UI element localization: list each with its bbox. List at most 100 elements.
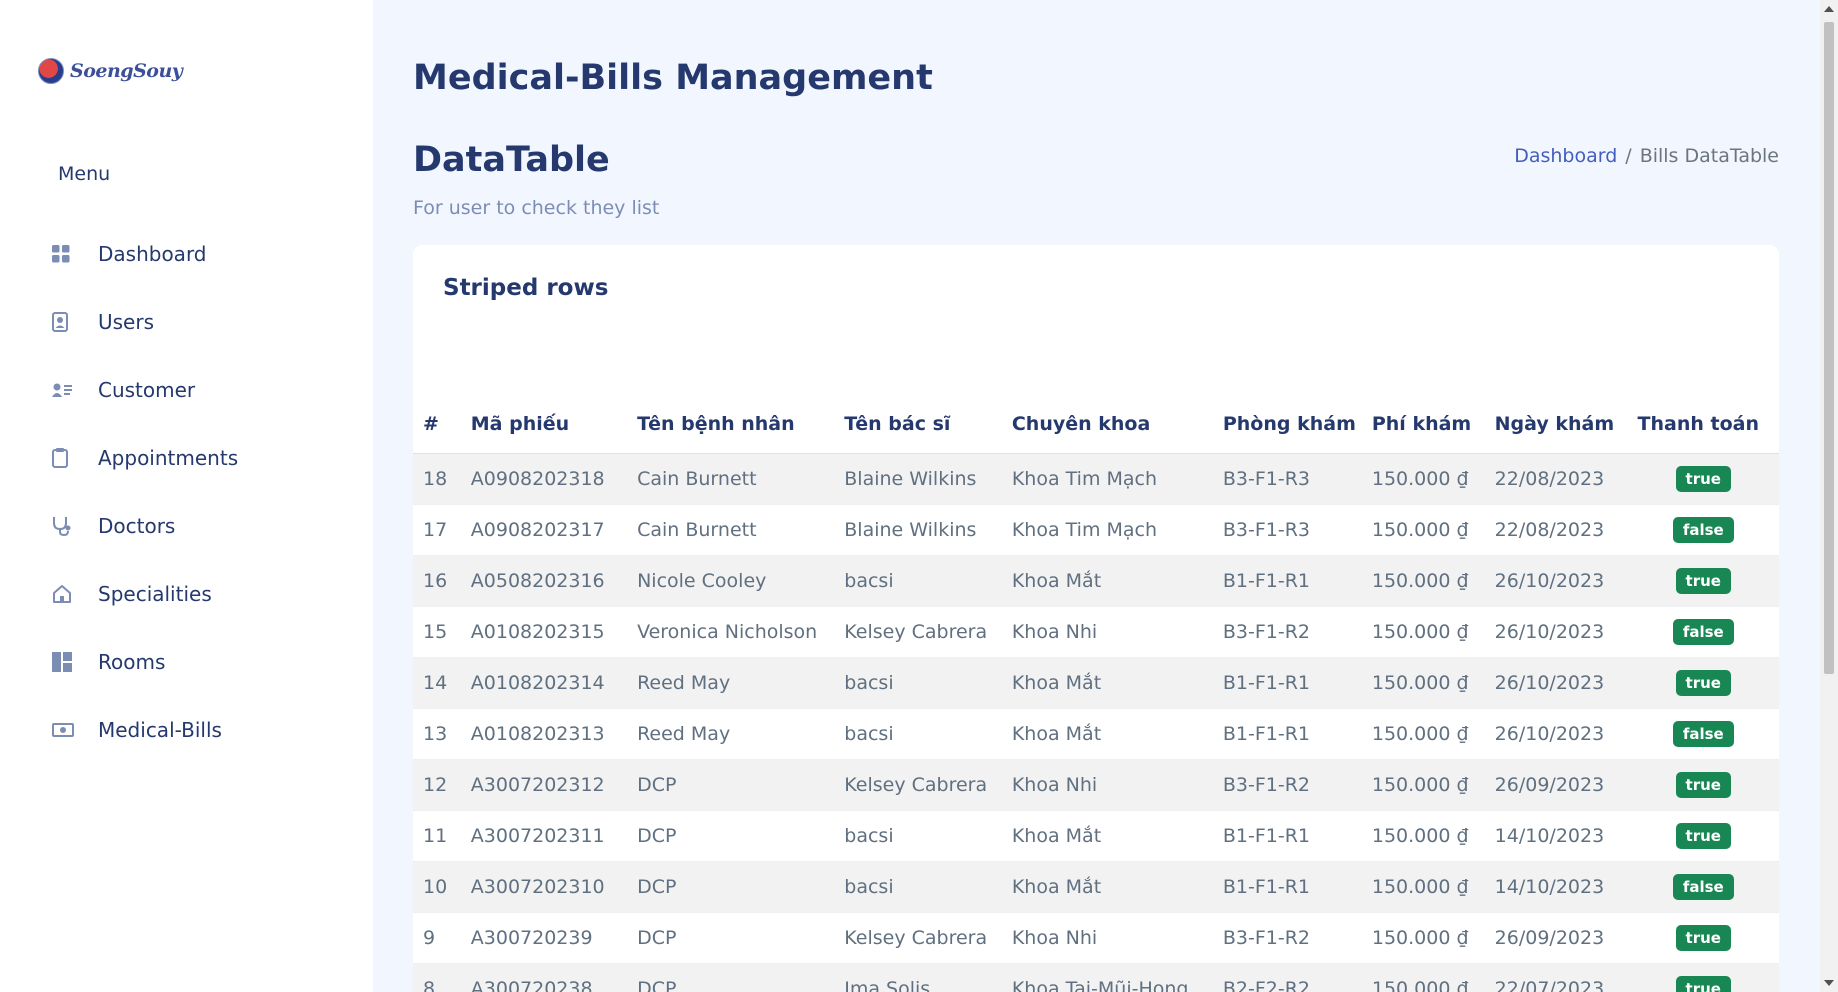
- cell-doctor: Kelsey Cabrera: [834, 912, 1002, 964]
- table-row[interactable]: 13 A0108202313 Reed May bacsi Khoa Mắt B1-F1-…: [413, 708, 1779, 760]
- sidebar-item-customer[interactable]: Customer: [52, 356, 352, 424]
- cell-paid: false: [1627, 606, 1779, 658]
- breadcrumb: Dashboard / Bills DataTable: [1514, 145, 1779, 167]
- cell-doctor: bacsi: [834, 810, 1002, 862]
- scroll-down-arrow-icon[interactable]: [1824, 980, 1834, 986]
- table-row[interactable]: 15 A0108202315 Veronica Nicholson Kelsey Ca…: [413, 606, 1779, 658]
- cell-bill-code: A0108202313: [460, 708, 628, 760]
- sidebar-item-users[interactable]: Users: [52, 288, 352, 356]
- scroll-up-arrow-icon[interactable]: [1824, 6, 1834, 12]
- cell-paid: true: [1627, 555, 1779, 607]
- cell-index: 12: [413, 759, 461, 811]
- sidebar-item-label: Doctors: [98, 514, 176, 538]
- sidebar-item-rooms[interactable]: Rooms: [52, 628, 352, 696]
- cell-bill-code: A0508202316: [460, 555, 628, 607]
- table-row[interactable]: 18 A0908202318 Cain Burnett Blaine Wilkins K…: [413, 453, 1779, 505]
- cell-patient: DCP: [627, 861, 835, 913]
- cell-paid: false: [1627, 861, 1779, 913]
- sidebar-item-doctors[interactable]: Doctors: [52, 492, 352, 560]
- table-row[interactable]: 10 A3007202310 DCP bacsi Khoa Mắt B1-F1-R1 150…: [413, 861, 1779, 913]
- cell-fee: 150.000 ₫: [1361, 861, 1485, 913]
- status-badge: false: [1672, 721, 1734, 747]
- cell-bill-code: A0108202314: [460, 657, 628, 709]
- cell-bill-code: A3007202311: [460, 810, 628, 862]
- cell-room: B2-F2-R2: [1212, 963, 1362, 992]
- cell-fee: 150.000 ₫: [1361, 963, 1485, 992]
- cell-fee: 150.000 ₫: [1361, 504, 1485, 556]
- cell-room: B1-F1-R1: [1212, 708, 1362, 760]
- column-header-room[interactable]: Phòng khám: [1212, 395, 1362, 454]
- cell-paid: false: [1627, 708, 1779, 760]
- brand-logo[interactable]: SoengSouy: [38, 58, 183, 84]
- cell-date: 14/10/2023: [1484, 861, 1628, 913]
- scrollbar-thumb[interactable]: [1824, 22, 1834, 674]
- cell-bill-code: A0908202317: [460, 504, 628, 556]
- cell-doctor: bacsi: [834, 657, 1002, 709]
- cell-doctor: Blaine Wilkins: [834, 453, 1002, 505]
- status-badge: true: [1675, 466, 1731, 492]
- cell-index: 18: [413, 453, 461, 505]
- person-lines-icon: [52, 379, 84, 401]
- cell-index: 11: [413, 810, 461, 862]
- table-header-row: # Mã phiếu Tên bệnh nhân Tên bác sĩ Chuy…: [413, 395, 1779, 454]
- cell-room: B3-F1-R2: [1212, 912, 1362, 964]
- column-header-fee[interactable]: Phí khám: [1361, 395, 1485, 454]
- page-scrollbar[interactable]: [1820, 0, 1838, 992]
- cell-index: 17: [413, 504, 461, 556]
- table-row[interactable]: 12 A3007202312 DCP Kelsey Cabrera Khoa Nhi B3…: [413, 759, 1779, 811]
- status-badge: true: [1675, 976, 1731, 992]
- cell-doctor: bacsi: [834, 861, 1002, 913]
- column-header-paid[interactable]: Thanh toán: [1627, 395, 1779, 454]
- cell-index: 16: [413, 555, 461, 607]
- cell-room: B1-F1-R1: [1212, 810, 1362, 862]
- column-header-patient[interactable]: Tên bệnh nhân: [627, 395, 835, 454]
- cell-bill-code: A3007202310: [460, 861, 628, 913]
- sidebar-item-medical-bills[interactable]: Medical-Bills: [52, 696, 352, 764]
- cash-icon: [52, 719, 84, 741]
- status-badge: false: [1672, 874, 1734, 900]
- cell-room: B1-F1-R1: [1212, 657, 1362, 709]
- status-badge: true: [1675, 772, 1731, 798]
- cell-speciality: Khoa Tim Mạch: [1001, 453, 1213, 505]
- sidebar-item-label: Medical-Bills: [98, 718, 222, 742]
- column-header-bill-code[interactable]: Mã phiếu: [460, 395, 628, 454]
- sidebar-item-specialities[interactable]: Specialities: [52, 560, 352, 628]
- column-header-date[interactable]: Ngày khám: [1484, 395, 1628, 454]
- cell-room: B3-F1-R2: [1212, 606, 1362, 658]
- cell-speciality: Khoa Mắt: [1001, 708, 1213, 760]
- table-row[interactable]: 16 A0508202316 Nicole Cooley bacsi Khoa Mắt B…: [413, 555, 1779, 607]
- table-body: 18 A0908202318 Cain Burnett Blaine Wilkins K…: [413, 453, 1779, 992]
- sidebar-item-dashboard[interactable]: Dashboard: [52, 220, 352, 288]
- cell-doctor: bacsi: [834, 708, 1002, 760]
- table-row[interactable]: 9 A300720239 DCP Kelsey Cabrera Khoa Nhi B3-F…: [413, 912, 1779, 964]
- breadcrumb-current: Bills DataTable: [1639, 145, 1779, 167]
- clipboard-icon: [52, 447, 84, 469]
- cell-paid: true: [1627, 759, 1779, 811]
- table-row[interactable]: 14 A0108202314 Reed May bacsi Khoa Mắt B1-F1-…: [413, 657, 1779, 709]
- breadcrumb-dashboard-link[interactable]: Dashboard: [1514, 145, 1617, 167]
- cell-patient: Veronica Nicholson: [627, 606, 835, 658]
- table-row[interactable]: 8 A300720238 DCP Ima Solis Khoa Tai-Mũi-Họng…: [413, 963, 1779, 992]
- cell-patient: Reed May: [627, 657, 835, 709]
- cell-patient: Reed May: [627, 708, 835, 760]
- column-header-doctor[interactable]: Tên bác sĩ: [834, 395, 1002, 454]
- cell-bill-code: A300720239: [460, 912, 628, 964]
- cell-bill-code: A0108202315: [460, 606, 628, 658]
- cell-fee: 150.000 ₫: [1361, 810, 1485, 862]
- app-root: SoengSouy Menu Dashboard Users Customer: [0, 0, 1838, 992]
- table-row[interactable]: 11 A3007202311 DCP bacsi Khoa Mắt B1-F1-R1 150…: [413, 810, 1779, 862]
- cell-paid: true: [1627, 453, 1779, 505]
- cell-date: 26/10/2023: [1484, 555, 1628, 607]
- page-subtitle: For user to check they list: [413, 197, 660, 219]
- cell-fee: 150.000 ₫: [1361, 453, 1485, 505]
- sidebar-item-appointments[interactable]: Appointments: [52, 424, 352, 492]
- column-header-index[interactable]: #: [413, 395, 461, 454]
- status-badge: true: [1675, 568, 1731, 594]
- cell-doctor: bacsi: [834, 555, 1002, 607]
- table-row[interactable]: 17 A0908202317 Cain Burnett Blaine Wilkins K…: [413, 504, 1779, 556]
- cell-patient: DCP: [627, 963, 835, 992]
- cell-room: B1-F1-R1: [1212, 555, 1362, 607]
- column-header-speciality[interactable]: Chuyên khoa: [1001, 395, 1213, 454]
- sidebar-item-label: Customer: [98, 378, 196, 402]
- cell-fee: 150.000 ₫: [1361, 657, 1485, 709]
